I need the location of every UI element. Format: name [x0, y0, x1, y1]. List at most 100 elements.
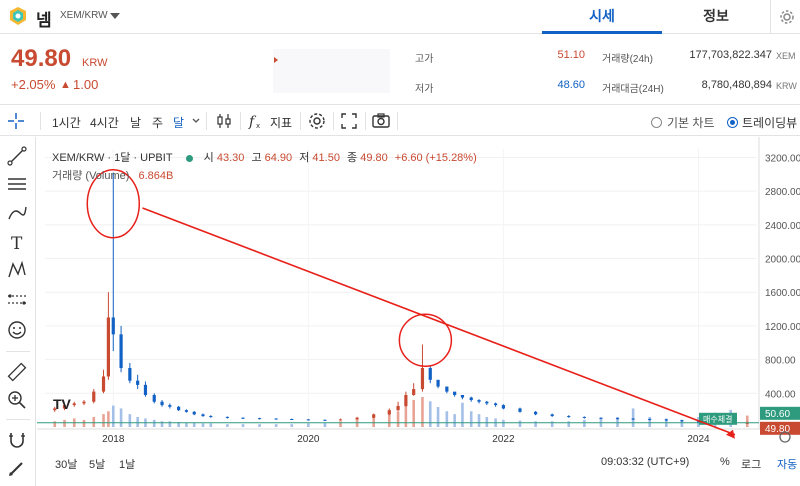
- candle-body: [445, 386, 449, 392]
- volume-bar: [396, 411, 400, 427]
- trade-marker-label: 매수체결: [703, 414, 732, 424]
- chart-bottom-bar: 30날 5날 1날 09:03:32 (UTC+9) % 로그 자동: [37, 448, 800, 476]
- y-tick-label: 2000.00: [765, 255, 800, 266]
- chart-area[interactable]: 3200.00 2800.00 2400.00 2000.00 1600.00 1200.…: [37, 137, 800, 486]
- fullscreen-icon[interactable]: [339, 111, 359, 131]
- indicator-button[interactable]: 지표: [270, 114, 292, 131]
- interval-1h[interactable]: 1시간: [52, 114, 81, 131]
- volume-bar: [185, 422, 188, 427]
- log-scale-toggle[interactable]: 로그: [741, 456, 761, 472]
- interval-4h[interactable]: 4시간: [90, 114, 119, 131]
- toolbar-divider: [365, 112, 366, 130]
- basic-chart-radio[interactable]: [651, 117, 662, 128]
- candle-style-icon[interactable]: [214, 111, 234, 131]
- y-tick-label: 400.00: [765, 389, 796, 400]
- coin-name: 넴: [36, 11, 52, 30]
- amount-24h-unit: KRW: [776, 81, 797, 91]
- percent-scale-toggle[interactable]: %: [720, 456, 730, 468]
- camera-icon[interactable]: [371, 111, 391, 131]
- candle-body: [201, 414, 205, 417]
- coin-dropdown-chevron-down-icon[interactable]: [110, 13, 120, 19]
- range-30d[interactable]: 30날: [55, 456, 77, 472]
- tradingview-radio[interactable]: [727, 117, 738, 128]
- y-tick-label: 1600.00: [765, 288, 800, 299]
- price-chart[interactable]: 3200.00 2800.00 2400.00 2000.00 1600.00 1200.…: [37, 137, 800, 486]
- tab-info[interactable]: 정보: [662, 0, 770, 34]
- candle-body: [428, 368, 432, 380]
- volume-bar: [53, 421, 57, 427]
- volume-bar: [152, 419, 156, 427]
- drawing-toolbar: T: [0, 137, 36, 486]
- range-1d[interactable]: 1날: [119, 456, 135, 472]
- clock-readout[interactable]: 09:03:32 (UTC+9): [601, 456, 689, 468]
- candle-body: [192, 411, 196, 415]
- interval-chevron-down-icon[interactable]: [191, 116, 201, 126]
- candle-body: [355, 417, 359, 420]
- volume-bar: [107, 411, 110, 427]
- x-tick-label: 2024: [687, 434, 710, 445]
- candle-body: [631, 418, 635, 420]
- volume-bar: [128, 414, 132, 427]
- mini-chart: [273, 49, 390, 93]
- toolbar-divider: [240, 112, 241, 130]
- amount-24h-label: 거래대금(24H): [602, 84, 664, 95]
- horizontal-lines-icon[interactable]: [6, 173, 28, 195]
- candle-body: [209, 416, 213, 418]
- candle-body: [338, 419, 343, 421]
- change-up-arrow-icon: ▲: [60, 79, 71, 91]
- y-tick-label: 3200.00: [765, 153, 800, 164]
- toolbar-divider: [300, 112, 301, 130]
- last-price-badge-label: 49.80: [765, 424, 790, 435]
- pattern-icon[interactable]: [6, 259, 28, 281]
- interval-week[interactable]: 주: [152, 114, 163, 131]
- trend-line-icon[interactable]: [6, 145, 28, 167]
- candle-body: [501, 405, 506, 409]
- legend-open-label: 시: [203, 152, 214, 164]
- basic-chart-label[interactable]: 기본 차트: [667, 114, 715, 131]
- interval-day[interactable]: 날: [130, 114, 141, 131]
- price-unit: KRW: [82, 57, 108, 69]
- candle-body: [290, 418, 294, 420]
- text-tool-icon[interactable]: T: [6, 231, 28, 253]
- tradingview-label[interactable]: 트레이딩뷰: [742, 114, 797, 131]
- candle-body: [152, 394, 156, 402]
- legend-low-label: 저: [299, 152, 310, 164]
- volume-bar: [745, 415, 749, 427]
- candle-body: [168, 405, 172, 407]
- volume-bar: [274, 424, 278, 427]
- volume-bar: [201, 423, 205, 427]
- fib-levels-icon[interactable]: [6, 289, 28, 311]
- ruler-icon[interactable]: [6, 361, 28, 383]
- volume-bar: [631, 408, 635, 427]
- volume-bar: [168, 421, 172, 427]
- smiley-icon[interactable]: [6, 319, 28, 341]
- candle-body: [128, 368, 132, 381]
- candle-body: [101, 376, 106, 392]
- volume-bar: [136, 417, 139, 427]
- brush-icon[interactable]: [6, 201, 28, 223]
- zoom-in-icon[interactable]: [6, 389, 28, 411]
- tab-market[interactable]: 시세: [542, 0, 662, 34]
- candle-body: [550, 414, 554, 417]
- pencil-lock-icon[interactable]: [6, 457, 28, 479]
- candle-body: [372, 414, 376, 418]
- volume-bar: [160, 421, 164, 427]
- auto-scale-toggle[interactable]: 자동: [777, 456, 797, 472]
- range-5d[interactable]: 5날: [89, 456, 105, 472]
- coin-pair: XEM/KRW: [60, 10, 108, 21]
- interval-month[interactable]: 달: [173, 114, 184, 131]
- candle-body: [477, 400, 481, 402]
- function-fx-icon[interactable]: f x: [246, 111, 266, 131]
- x-tick-label: 2020: [297, 434, 320, 445]
- crosshair-icon[interactable]: [6, 111, 26, 131]
- magnet-icon[interactable]: [6, 429, 28, 451]
- volume-24h-unit: XEM: [776, 51, 796, 61]
- chart-settings-gear-icon[interactable]: [307, 111, 327, 131]
- candle-body: [453, 391, 457, 395]
- annotation-circle: [398, 313, 453, 367]
- candle-body: [241, 417, 245, 419]
- volume-bar: [119, 408, 123, 427]
- candle-body: [680, 420, 684, 422]
- candle-body: [136, 380, 140, 385]
- settings-button[interactable]: [770, 0, 800, 34]
